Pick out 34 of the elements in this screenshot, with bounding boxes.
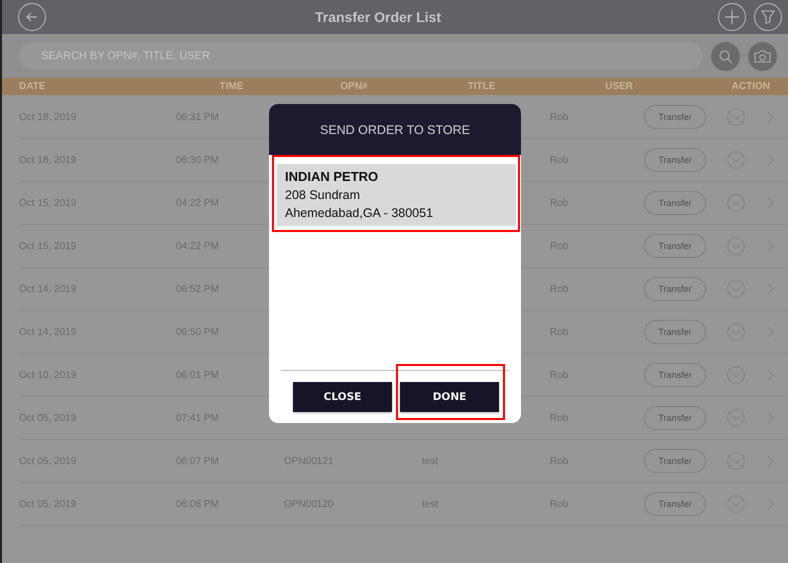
camera-button[interactable]: [748, 42, 777, 70]
store-name: INDIAN PETRO: [285, 168, 380, 186]
column-header: TITLE: [468, 81, 496, 92]
transfer-button[interactable]: Transfer: [644, 234, 706, 258]
back-arrow-icon: [24, 10, 40, 24]
filter-button[interactable]: [754, 3, 782, 31]
transfer-button[interactable]: Transfer: [644, 406, 706, 430]
plus-icon: [724, 9, 740, 25]
done-button[interactable]: DONE: [400, 382, 499, 412]
transfer-button[interactable]: Transfer: [644, 105, 706, 129]
column-header: USER: [605, 81, 633, 92]
store-item[interactable]: INDIAN PETRO 208 Sundram Ahemedabad,GA - 380051: [277, 164, 516, 226]
store-address: Ahemedabad,GA - 380051: [285, 205, 434, 222]
back-button[interactable]: [18, 3, 46, 31]
search-button[interactable]: [711, 42, 740, 70]
screen-title: Transfer Order List: [314, 9, 442, 25]
column-header: ACTION: [732, 81, 770, 92]
search-icon: [718, 48, 733, 64]
transfer-button[interactable]: Transfer: [644, 277, 706, 301]
close-button[interactable]: CLOSE: [293, 382, 392, 412]
transfer-button[interactable]: Transfer: [644, 363, 706, 387]
add-button[interactable]: [718, 3, 746, 31]
camera-icon: [754, 48, 771, 64]
transfer-button[interactable]: Transfer: [644, 191, 706, 215]
transfer-button[interactable]: Transfer: [644, 320, 706, 344]
dialog-title: SEND ORDER TO STORE: [269, 104, 521, 155]
store-address: 208 Sundram: [285, 187, 362, 204]
transfer-button[interactable]: Transfer: [644, 492, 706, 516]
transfer-button[interactable]: Transfer: [644, 449, 706, 473]
filter-icon: [760, 9, 776, 25]
transfer-button[interactable]: Transfer: [644, 148, 706, 172]
column-header: TIME: [220, 81, 244, 92]
column-header: OPN#: [340, 81, 368, 92]
column-header: DATE: [19, 81, 46, 92]
